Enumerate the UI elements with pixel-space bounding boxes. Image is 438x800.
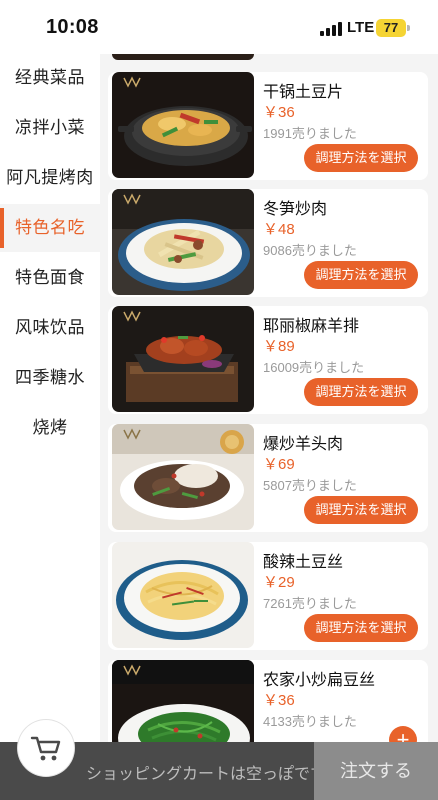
dish-name: 干锅土豆片: [263, 84, 344, 101]
battery-tip: [407, 25, 410, 31]
dish-photo: [112, 189, 254, 295]
choose-cooking-method-button[interactable]: 調理方法を選択: [304, 261, 418, 289]
dish-price: ￥36: [263, 692, 295, 709]
cart-icon: [30, 736, 61, 761]
battery-icon: 77: [376, 19, 406, 37]
dish-card[interactable]: 耶丽椒麻羊排 ￥89 16009売りました 調理方法を選択: [108, 306, 428, 414]
place-order-button[interactable]: 注文する: [314, 742, 438, 800]
dish-name: 农家小炒扁豆丝: [263, 672, 376, 689]
choose-cooking-method-button[interactable]: 調理方法を選択: [304, 378, 418, 406]
dish-price: ￥69: [263, 456, 295, 473]
choose-cooking-method-button[interactable]: 調理方法を選択: [304, 496, 418, 524]
dish-photo: [112, 72, 254, 178]
dish-photo: [112, 542, 254, 648]
dish-sold-count: 1991売りました: [263, 126, 357, 141]
dish-list[interactable]: 干锅土豆片 ￥36 1991売りました 調理方法を選択 冬笋炒肉 ￥48 908…: [100, 54, 438, 800]
sidebar-item-sweet-soup[interactable]: 四季糖水: [0, 354, 100, 402]
choose-cooking-method-button[interactable]: 調理方法を選択: [304, 614, 418, 642]
dish-price: ￥29: [263, 574, 295, 591]
dish-price: ￥36: [263, 104, 295, 121]
signal-icon: [320, 22, 342, 36]
dish-sold-count: 7261売りました: [263, 596, 357, 611]
previous-card-edge: [112, 54, 254, 60]
dish-sold-count: 9086売りました: [263, 243, 357, 258]
network-label: LTE: [347, 19, 375, 36]
dish-name: 爆炒羊头肉: [263, 436, 344, 453]
status-time: 10:08: [46, 16, 99, 38]
dish-photo: [112, 424, 254, 530]
sidebar-item-cold-dishes[interactable]: 凉拌小菜: [0, 104, 100, 152]
dish-sold-count: 4133売りました: [263, 714, 357, 729]
sidebar-item-specialty[interactable]: 特色名吃: [0, 204, 100, 252]
dish-sold-count: 16009売りました: [263, 360, 365, 375]
dish-name: 耶丽椒麻羊排: [263, 318, 360, 335]
sidebar-item-grill[interactable]: 烧烤: [0, 404, 100, 452]
sidebar-item-classic[interactable]: 经典菜品: [0, 54, 100, 102]
sidebar-item-afanti-bbq[interactable]: 阿凡提烤肉: [0, 154, 100, 202]
dish-name: 冬笋炒肉: [263, 201, 328, 218]
sidebar-item-drinks[interactable]: 风味饮品: [0, 304, 100, 352]
category-sidebar: 经典菜品 凉拌小菜 阿凡提烤肉 特色名吃 特色面食 风味饮品 四季糖水 烧烤: [0, 54, 100, 800]
battery-level: 77: [383, 20, 399, 35]
dish-card[interactable]: 酸辣土豆丝 ￥29 7261売りました 調理方法を選択: [108, 542, 428, 650]
dish-card[interactable]: 爆炒羊头肉 ￥69 5807売りました 調理方法を選択: [108, 424, 428, 532]
dish-card[interactable]: 冬笋炒肉 ￥48 9086売りました 調理方法を選択: [108, 189, 428, 297]
dish-price: ￥89: [263, 338, 295, 355]
sidebar-item-noodles[interactable]: 特色面食: [0, 254, 100, 302]
choose-cooking-method-button[interactable]: 調理方法を選択: [304, 144, 418, 172]
status-bar: 10:08 LTE 77: [0, 0, 438, 54]
dish-photo: [112, 306, 254, 412]
cart-button[interactable]: [18, 720, 74, 776]
cart-empty-text: ショッピングカートは空っぽです: [86, 766, 327, 783]
dish-sold-count: 5807売りました: [263, 478, 357, 493]
dish-card[interactable]: 干锅土豆片 ￥36 1991売りました 調理方法を選択: [108, 72, 428, 180]
dish-name: 酸辣土豆丝: [263, 554, 344, 571]
dish-price: ￥48: [263, 221, 295, 238]
